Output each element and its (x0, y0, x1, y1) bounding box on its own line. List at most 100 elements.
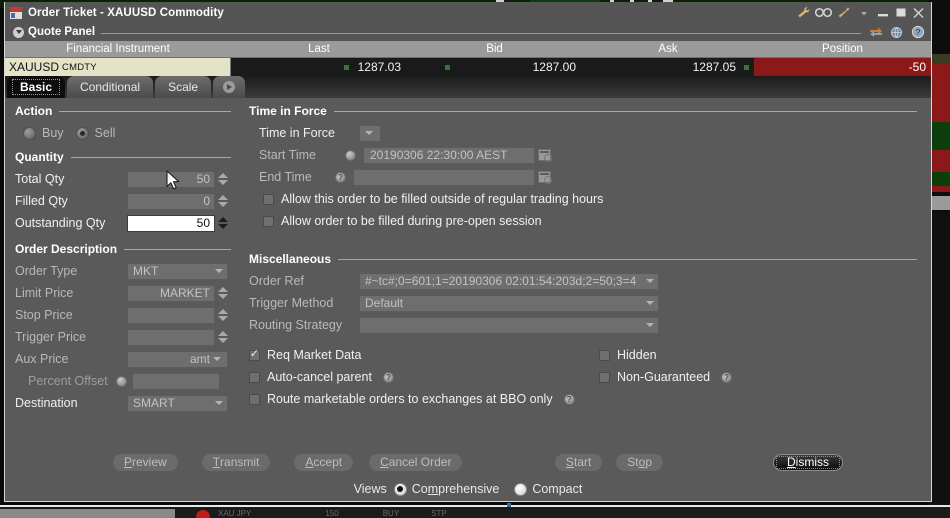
checkbox-preopen-box[interactable] (263, 215, 274, 227)
cell-last[interactable]: 1287.03 (231, 58, 407, 76)
order-description-group-header: Order Description (15, 242, 233, 256)
checkbox-preopen[interactable]: Allow order to be filled during pre-open… (249, 210, 919, 232)
tab-conditional-label: Conditional (80, 80, 141, 94)
cell-position[interactable]: -50 (754, 58, 931, 76)
views-option-comprehensive[interactable]: Comprehensive (393, 482, 499, 496)
radio-comprehensive[interactable] (393, 482, 407, 496)
collapse-quote-panel-icon[interactable] (13, 26, 24, 38)
group-divider (70, 156, 231, 158)
checkbox-route-bbo[interactable]: Route marketable orders to exchanges at … (249, 388, 919, 410)
radio-sell[interactable] (75, 126, 89, 140)
start-time-input[interactable]: 20190306 22:30:00 AEST (363, 146, 535, 164)
radio-buy[interactable] (23, 126, 36, 140)
order-ref-value: #~tc#;0=601;1=20190306 02:01:54:203d;2=5… (365, 274, 637, 288)
help-icon[interactable]: ? (721, 371, 733, 383)
close-button[interactable] (911, 5, 926, 20)
checkbox-req-market-data-box[interactable] (249, 349, 260, 361)
start-button[interactable]: Start (554, 453, 603, 471)
transmit-button[interactable]: Transmit (201, 453, 271, 471)
order-ref-select[interactable]: #~tc#;0=601;1=20190306 02:01:54:203d;2=5… (359, 272, 659, 290)
maximize-button[interactable] (893, 5, 908, 20)
checkbox-hidden-box[interactable] (599, 349, 610, 361)
stop-button[interactable]: St o p (616, 453, 663, 471)
routing-strategy-select[interactable] (359, 316, 659, 334)
column-header-instrument: Financial Instrument (66, 43, 170, 55)
cell-bid[interactable]: 1287.00 (407, 58, 582, 76)
tab-more[interactable] (213, 76, 246, 98)
instrument-symbol: XAUUSD (9, 60, 60, 74)
help-icon[interactable]: ? (563, 393, 575, 405)
accept-button[interactable]: Accept (294, 453, 354, 471)
calendar-icon[interactable] (538, 171, 552, 184)
checkbox-non-guaranteed[interactable]: Non-Guaranteed ? (599, 366, 919, 388)
radio-compact[interactable] (514, 482, 528, 496)
limit-price-input[interactable]: MARKET (127, 284, 215, 302)
trigger-price-input[interactable] (127, 328, 215, 346)
checkbox-route-bbo-box[interactable] (249, 393, 260, 405)
outstanding-qty-stepper[interactable] (217, 215, 228, 232)
checkbox-outside-rth[interactable]: Allow this order to be filled outside of… (249, 188, 919, 210)
checkbox-hidden[interactable]: Hidden (599, 344, 919, 366)
stop-price-input[interactable] (127, 306, 215, 324)
views-option-compact[interactable]: Compact (514, 482, 582, 496)
window-titlebar[interactable]: Order Ticket - XAUUSD Commodity (5, 2, 931, 23)
cancel-order-button[interactable]: Cancel Order (369, 453, 463, 471)
total-qty-stepper[interactable] (217, 171, 228, 188)
field-end-time: End Time ? (249, 166, 919, 188)
field-order-ref: Order Ref #~tc#;0=601;1=20190306 02:01:5… (249, 270, 919, 292)
filled-qty-stepper[interactable] (217, 193, 228, 210)
stop-price-stepper[interactable] (217, 307, 228, 324)
checkbox-auto-cancel-parent[interactable]: Auto-cancel parent ? (249, 366, 599, 388)
chevron-down-icon (210, 357, 223, 361)
action-group-header: Action (15, 104, 233, 118)
outstanding-qty-input[interactable]: 50 (127, 214, 215, 232)
pin-icon[interactable] (835, 5, 852, 21)
wrench-icon[interactable] (795, 5, 812, 21)
tab-conditional[interactable]: Conditional (67, 76, 154, 98)
chevron-down-icon (643, 301, 656, 305)
order-ticket-icon (10, 6, 22, 19)
preview-button[interactable]: Preview (113, 453, 178, 471)
percent-offset-input[interactable] (132, 372, 220, 390)
cell-ask[interactable]: 1287.05 (582, 58, 754, 76)
cell-instrument[interactable]: XAUUSD CMDTY (5, 58, 231, 76)
limit-price-stepper[interactable] (217, 285, 228, 302)
destination-select[interactable]: SMART (127, 394, 228, 412)
help-icon[interactable]: ? (382, 371, 394, 383)
field-tif: Time in Force (249, 122, 919, 144)
chevron-down-icon[interactable] (855, 5, 872, 21)
miscellaneous-group: Miscellaneous Order Ref #~tc#;0=601;1=20… (249, 252, 919, 410)
tab-scale[interactable]: Scale (155, 76, 212, 98)
checkbox-hidden-label: Hidden (617, 348, 657, 362)
end-time-input[interactable] (353, 168, 535, 186)
group-divider (338, 258, 917, 260)
group-divider (333, 110, 917, 112)
checkbox-outside-rth-box[interactable] (263, 193, 274, 205)
help-icon[interactable]: ? (335, 171, 346, 183)
chevron-down-icon (643, 279, 656, 283)
dismiss-button[interactable]: Dismiss (773, 453, 843, 471)
trigger-price-stepper[interactable] (217, 329, 228, 346)
minimize-button[interactable] (875, 5, 890, 20)
order-type-select[interactable]: MKT (127, 262, 228, 280)
help-icon[interactable]: ? (909, 24, 926, 40)
globe-icon[interactable] (888, 24, 905, 40)
field-start-time: Start Time ? 20190306 22:30:00 AEST (249, 144, 919, 166)
quote-table-row[interactable]: XAUUSD CMDTY 1287.03 1287.00 1287.05 -50 (5, 58, 931, 76)
aux-price-select[interactable]: amt (127, 350, 228, 368)
tab-basic[interactable]: Basic (7, 76, 66, 98)
trigger-method-select[interactable]: Default (359, 294, 659, 312)
background-scroll-indicator (507, 503, 511, 507)
help-icon[interactable]: ? (116, 375, 127, 387)
quantity-group-header: Quantity (15, 150, 233, 164)
binoculars-icon[interactable] (815, 5, 832, 21)
checkbox-auto-cancel-parent-box[interactable] (249, 371, 260, 383)
help-icon[interactable]: ? (345, 149, 356, 161)
calendar-icon[interactable] (538, 149, 552, 162)
filled-qty-input[interactable]: 0 (127, 192, 215, 210)
tif-select[interactable] (359, 124, 381, 142)
checkbox-outside-rth-label: Allow this order to be filled outside of… (281, 192, 604, 206)
swap-arrows-icon[interactable] (867, 24, 884, 40)
checkbox-non-guaranteed-box[interactable] (599, 371, 610, 383)
checkbox-req-market-data[interactable]: Req Market Data (249, 344, 599, 366)
